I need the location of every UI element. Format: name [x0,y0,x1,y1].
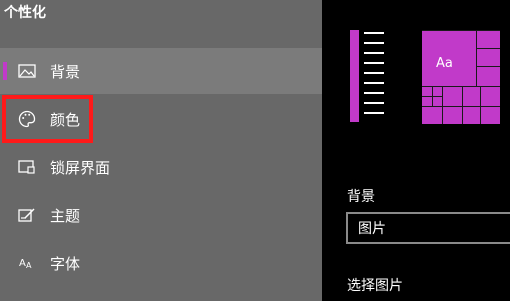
preview-line [364,102,384,104]
sidebar-item-lock-screen[interactable]: 锁屏界面 [0,144,322,190]
font-icon: A A [17,253,37,273]
theme-preview-tiles [422,30,500,124]
dropdown-value: 图片 [358,221,386,237]
accent-bar [350,30,359,122]
picture-icon [17,61,37,81]
highlight-box [2,95,93,143]
preview-line [364,82,384,84]
main-panel: Aa 背景 图片 选择图片 [322,0,510,301]
sidebar: 个性化 背景 颜色 锁屏界面 主题 A A 字体 [0,0,322,301]
svg-text:A: A [19,258,26,269]
sidebar-item-background[interactable]: 背景 [0,48,322,94]
background-heading: 背景 [347,189,375,205]
sidebar-item-label: 背景 [50,62,81,81]
sidebar-item-themes[interactable]: 主题 [0,192,322,238]
sidebar-title: 个性化 [4,5,46,21]
sidebar-item-label: 字体 [50,254,81,273]
sidebar-item-label: 主题 [50,206,81,225]
theme-icon [17,205,37,225]
theme-preview-list [350,30,386,124]
background-type-dropdown[interactable]: 图片 [346,212,510,244]
lock-screen-icon [17,157,37,177]
choose-picture-heading: 选择图片 [347,278,403,294]
sidebar-item-label: 锁屏界面 [50,158,111,177]
preview-line [364,62,384,64]
preview-line [364,92,384,94]
preview-line [364,42,384,44]
svg-text:A: A [26,261,32,270]
preview-line [364,72,384,74]
preview-line [364,112,384,114]
preview-tile-text: Aa [436,56,453,71]
preview-line [364,52,384,54]
sidebar-item-fonts[interactable]: A A 字体 [0,240,322,286]
preview-line [364,32,384,34]
